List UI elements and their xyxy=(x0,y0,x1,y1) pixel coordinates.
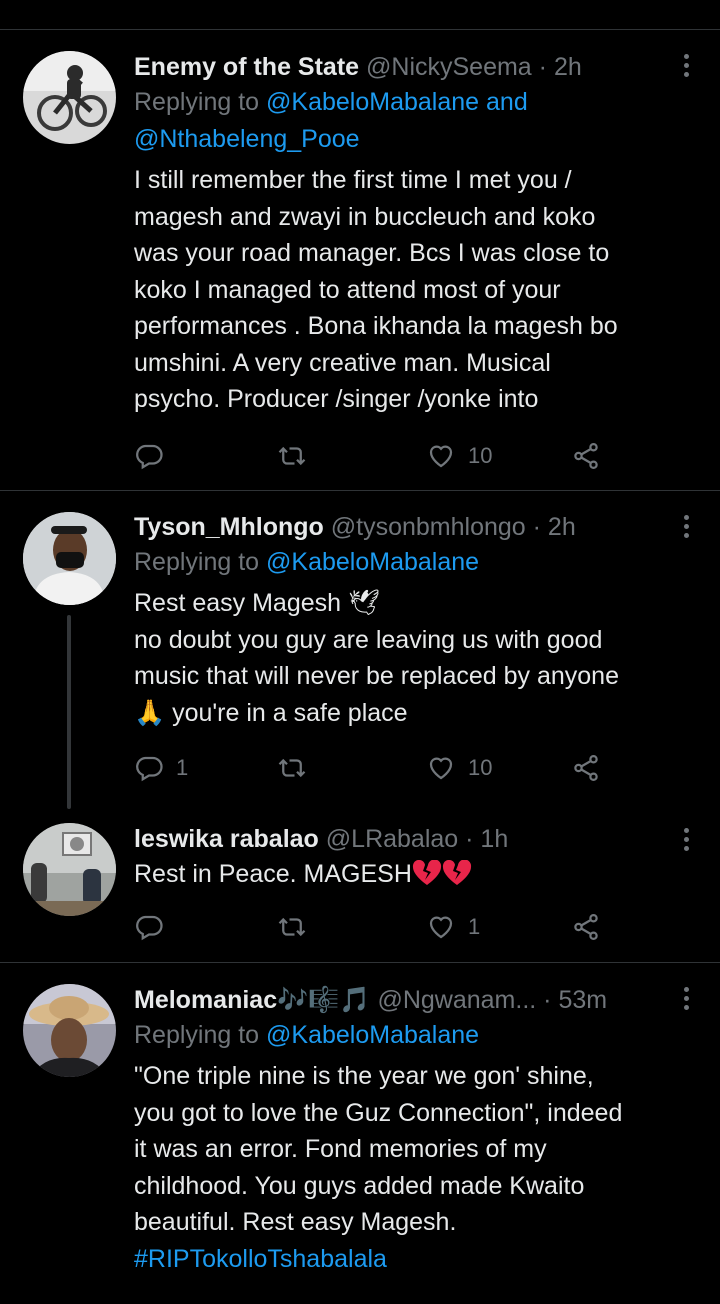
reply-count: 1 xyxy=(176,755,189,780)
text-line: Rest in Peace. MAGESH xyxy=(134,860,412,888)
avatar[interactable] xyxy=(23,51,116,144)
text-line: no doubt you guy are leaving us with goo… xyxy=(134,625,603,654)
replying-to: Replying to @KabeloMabalane xyxy=(134,544,684,581)
reply-icon xyxy=(136,915,163,941)
user-handle[interactable]: @NickySeema xyxy=(366,53,532,81)
text-line: umshini. A very creative man. Musical xyxy=(134,348,551,377)
tweet-header: Tyson_Mhlongo @tysonbmhlongo · 2h xyxy=(134,510,684,544)
share-icon xyxy=(574,755,598,781)
tweet-text: Rest easy Magesh 🕊 no doubt you guy are … xyxy=(134,585,684,731)
replying-to-label: Replying to xyxy=(134,1021,260,1049)
tweet-header: Enemy of the State @NickySeema · 2h xyxy=(134,50,684,84)
like-icon xyxy=(429,445,453,468)
retweet-icon xyxy=(278,446,306,466)
tweet-header: leswika rabalao @LRabalao · 1h xyxy=(134,822,684,856)
reply-button[interactable] xyxy=(134,910,164,944)
reply-button[interactable] xyxy=(134,439,164,473)
timestamp[interactable]: · 53m xyxy=(543,986,607,1014)
reply-button[interactable]: 1 xyxy=(134,751,188,785)
tweet-text: "One triple nine is the year we gon' shi… xyxy=(134,1058,684,1277)
retweet-button[interactable] xyxy=(277,910,307,944)
avatar[interactable] xyxy=(23,984,116,1077)
text-line: was your road manager. Bcs I was close t… xyxy=(134,239,610,267)
like-button[interactable]: 10 xyxy=(426,751,492,785)
text-line: performances . Bona ikhanda la magesh bo xyxy=(134,312,618,340)
share-icon xyxy=(574,443,598,469)
display-name[interactable]: Enemy of the State xyxy=(134,53,359,81)
text-line: 🙏 you're in a safe place xyxy=(134,698,408,727)
text-line: Rest easy Magesh 🕊 xyxy=(134,589,380,617)
like-count: 10 xyxy=(468,443,493,468)
tweet-text: Rest in Peace. MAGESH xyxy=(134,856,684,897)
tweet-2[interactable]: Tyson_Mhlongo @tysonbmhlongo · 2h Replyi… xyxy=(0,491,720,811)
replying-to-label: Replying to xyxy=(134,88,260,116)
display-name[interactable]: Tyson_Mhlongo xyxy=(134,513,324,541)
user-handle[interactable]: @LRabalao xyxy=(326,825,458,853)
avatar[interactable] xyxy=(23,823,116,916)
share-button[interactable] xyxy=(571,910,601,944)
reply-icon xyxy=(136,444,163,470)
like-icon xyxy=(429,916,453,939)
tweet-actions: 1 xyxy=(134,910,634,944)
replying-to-label: Replying to xyxy=(134,548,260,576)
music-notes-emoji: 🎶🎼🎵 xyxy=(277,986,371,1014)
text-line: you got to love the Guz Connection", ind… xyxy=(134,1098,623,1127)
tweet-actions: 1 10 xyxy=(134,751,634,785)
like-button[interactable]: 1 xyxy=(426,910,480,944)
mention-link[interactable]: @Nthabeleng_Pooe xyxy=(134,125,360,153)
tweet-1[interactable]: Enemy of the State @NickySeema · 2h Repl… xyxy=(0,30,720,490)
text-line: koko I managed to attend most of your xyxy=(134,275,561,304)
text-line: "One triple nine is the year we gon' shi… xyxy=(134,1062,594,1090)
retweet-button[interactable] xyxy=(277,439,307,473)
share-icon xyxy=(574,914,598,940)
reply-icon xyxy=(136,756,163,782)
display-name[interactable]: Melomaniac xyxy=(134,986,277,1014)
retweet-icon xyxy=(278,758,306,778)
timestamp[interactable]: · 2h xyxy=(539,53,582,81)
text-line: it was an error. Fond memories of my xyxy=(134,1135,547,1163)
share-button[interactable] xyxy=(571,751,601,785)
praying-hands-emoji: 🙏 xyxy=(134,698,166,727)
tweet-text: I still remember the first time I met yo… xyxy=(134,162,684,418)
text-line: beautiful. Rest easy Magesh. xyxy=(134,1208,457,1236)
retweet-button[interactable] xyxy=(277,751,307,785)
hashtag-link[interactable]: #RIPTokolloTshabalala xyxy=(134,1241,684,1278)
replying-to: Replying to @KabeloMabalane and @Nthabel… xyxy=(134,84,684,158)
dove-emoji: 🕊 xyxy=(348,589,380,617)
user-handle[interactable]: @tysonbmhlongo xyxy=(331,513,526,541)
mention-link[interactable]: @KabeloMabalane xyxy=(266,88,479,116)
text-line: music that will never be replaced by any… xyxy=(134,662,619,690)
mention-and[interactable]: and xyxy=(486,88,528,116)
timestamp[interactable]: · 2h xyxy=(533,513,576,541)
share-button[interactable] xyxy=(571,439,601,473)
broken-heart-emoji xyxy=(412,859,474,897)
tweet-3[interactable]: leswika rabalao @LRabalao · 1h Rest in P… xyxy=(0,812,720,961)
avatar[interactable] xyxy=(23,512,116,605)
like-icon xyxy=(429,757,453,780)
tweet-4[interactable]: Melomaniac🎶🎼🎵 @Ngwanam... · 53m Replying… xyxy=(0,963,720,1304)
retweet-icon xyxy=(278,917,306,937)
mention-link[interactable]: @KabeloMabalane xyxy=(266,1021,479,1049)
like-count: 10 xyxy=(468,755,493,780)
tweet-header: Melomaniac🎶🎼🎵 @Ngwanam... · 53m xyxy=(134,983,684,1017)
display-name[interactable]: leswika rabalao xyxy=(134,825,319,853)
like-count: 1 xyxy=(468,914,481,939)
like-button[interactable]: 10 xyxy=(426,439,492,473)
text-line: childhood. You guys added made Kwaito xyxy=(134,1171,585,1200)
thread-connector xyxy=(67,615,71,809)
user-handle[interactable]: @Ngwanam... xyxy=(377,986,536,1014)
timestamp[interactable]: · 1h xyxy=(465,825,508,853)
text-line: magesh and zwayi in buccleuch and koko xyxy=(134,202,596,231)
tweet-actions: 10 xyxy=(134,439,634,473)
mention-link[interactable]: @KabeloMabalane xyxy=(266,548,479,576)
text-line: I still remember the first time I met yo… xyxy=(134,166,572,194)
replying-to: Replying to @KabeloMabalane xyxy=(134,1017,684,1054)
text-line: psycho. Producer /singer /yonke into xyxy=(134,385,539,413)
